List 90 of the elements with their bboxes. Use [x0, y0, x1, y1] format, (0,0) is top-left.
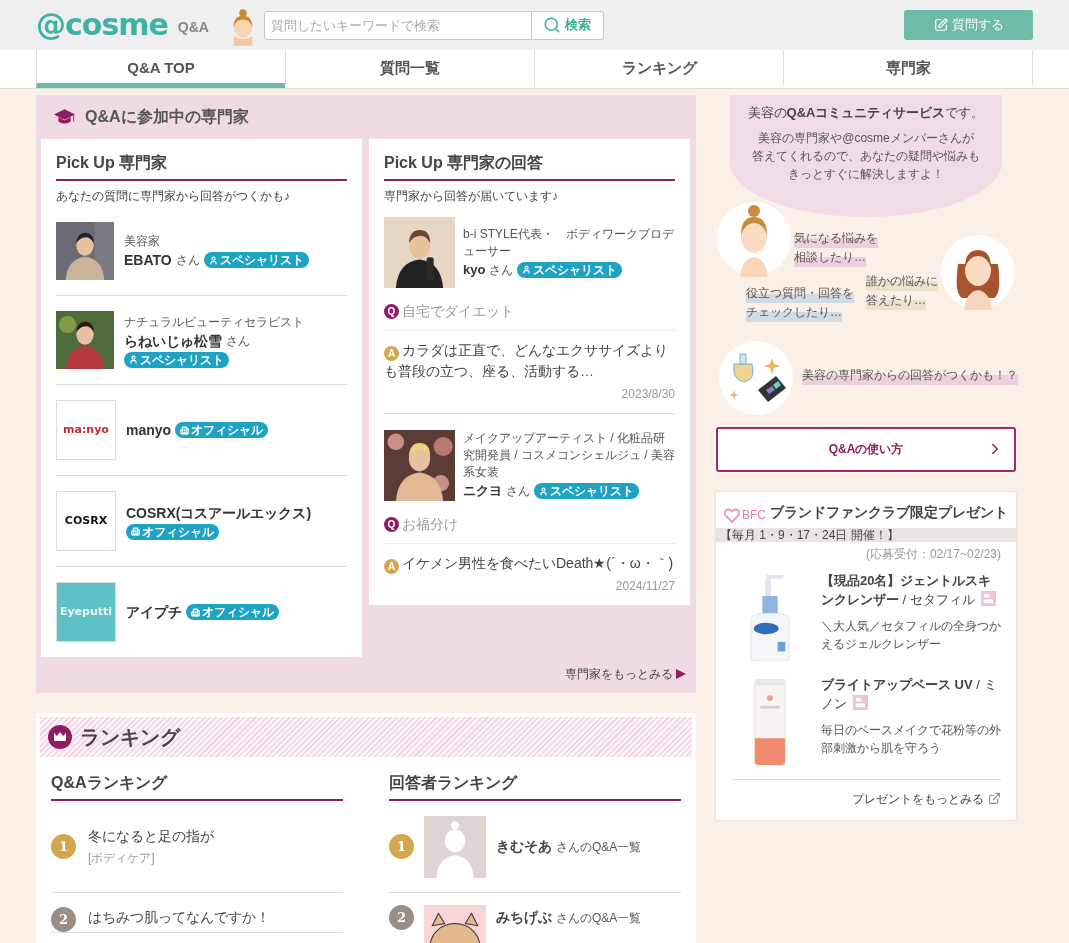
answer-mark-icon: A [384, 346, 399, 361]
panel-title: Q&Aに参加中の専門家 [85, 107, 249, 127]
nav-tab[interactable]: 質問一覧 [285, 50, 534, 88]
answerer-link[interactable]: さんのQ&A一覧 [556, 909, 642, 927]
rank-badge: 1 [389, 834, 414, 859]
expert-role: b-i STYLE代表・ ボディワークプロデューサー [463, 225, 675, 260]
more-presents-link[interactable]: プレゼントをもっとみる [852, 789, 1001, 808]
expert-name[interactable]: manyo [126, 419, 172, 441]
expert-name[interactable]: EBATO [124, 249, 172, 271]
question-link[interactable]: 冬になると足の指が [88, 826, 214, 847]
honorific-text: さん [175, 252, 200, 269]
search-icon [543, 16, 562, 34]
answerer-name[interactable]: みちげぶ [496, 907, 552, 928]
expert-name[interactable]: アイプチ [126, 601, 182, 623]
brand-logo: COSRX [64, 512, 108, 529]
gift-icon [980, 590, 996, 606]
expert-role: ナチュラルビューティセラピスト [124, 313, 305, 331]
nav-tab[interactable]: Q&A TOP [36, 50, 285, 88]
answer-date: 2023/8/30 [620, 386, 675, 403]
more-experts-link[interactable]: 専門家をもっとみる [565, 665, 686, 683]
building-icon [191, 607, 200, 617]
answer-text[interactable]: A カラダは正直で、どんなエクササイズよりも普段の立つ、座る、活動する… [384, 340, 675, 382]
person-icon [522, 265, 532, 274]
section-title: 回答者ランキング [389, 771, 681, 801]
question-mark-icon: Q [384, 304, 399, 319]
honorific-text: さん [489, 261, 514, 279]
product-title[interactable]: 【現品20名】ジェントルスキンクレンザー / セタフィル [821, 570, 1001, 609]
nav-tab[interactable]: ランキング [534, 50, 783, 88]
howto-button[interactable]: Q&Aの使い方 [716, 426, 1016, 472]
official-badge: オフィシャル [186, 604, 279, 620]
search-field[interactable]: 質問したいキーワードで検索 [264, 10, 532, 40]
specialist-badge: スペシャリスト [203, 252, 309, 268]
nav-tab[interactable]: 専門家 [783, 50, 1033, 88]
building-icon [180, 425, 190, 435]
answerer-name[interactable]: きむそあ [496, 836, 552, 857]
period-text: (応募受付：02/17~02/23) [864, 545, 1002, 563]
official-badge: オフィシャル [126, 523, 219, 540]
person-icon [129, 355, 138, 364]
present-title: ブランドファンクラブ限定プレゼント [770, 502, 1008, 522]
rank-badge: 1 [51, 834, 76, 859]
triangle-icon [676, 669, 686, 679]
product-description: 毎日のベースメイクで花粉等の外部刺激から肌を守ろう [821, 721, 1001, 757]
person-icon [208, 255, 218, 265]
section-title: Pick Up 専門家 [56, 151, 347, 181]
caption-text: 美容の専門家からの回答がつくかも！？ [802, 365, 1018, 385]
intro-headline: 美容のQ&Aコミュニティサービスです。 [746, 104, 986, 122]
question-mark-icon: Q [384, 517, 399, 532]
card-subtitle: あなたの質問に専門家から回答がつくかも♪ [56, 188, 291, 205]
intro-text: 美容の専門家や@cosmeメンバーさんが 答えてくれるので、あなたの疑問や悩みも きっとすぐに解決しますよ！ [751, 129, 981, 183]
graduation-cap-icon [54, 109, 75, 125]
honorific-text: さん [226, 333, 250, 350]
bfc-logo: BFC [742, 508, 766, 521]
expert-name[interactable]: COSRX(コスアールエックス) [126, 502, 312, 524]
edit-icon [933, 18, 948, 32]
rank-badge: 2 [51, 907, 76, 932]
expert-name[interactable]: らねいじゅ松雪 [124, 330, 222, 352]
answer-date: 2024/11/27 [614, 578, 675, 595]
product-title[interactable]: ブライトアップベース UV / ミノン [821, 674, 1001, 713]
panel-title: ランキング [80, 725, 180, 750]
official-badge: オフィシャル [175, 422, 269, 438]
question-link[interactable]: はちみつ肌ってなんですか！ [88, 907, 270, 928]
specialist-badge: スペシャリスト [534, 483, 639, 499]
default-avatar-icon [424, 815, 486, 878]
category-text: [ボディケア] [88, 850, 156, 867]
external-link-icon [988, 792, 1001, 805]
answerer-link[interactable]: さんのQ&A一覧 [556, 838, 642, 856]
brand-logo: Eyeputti [59, 603, 113, 620]
answer-text[interactable]: A イケメン男性を食べたいDeath★(´・ω・｀) [384, 553, 675, 574]
product-description: ＼大人気／セタフィルの全身つかえるジェルクレンザー [821, 617, 1001, 653]
schedule-bar: 【毎月 1・9・17・24日 開催！】 [716, 527, 1016, 542]
card-subtitle: 専門家から回答が届いています♪ [384, 188, 559, 205]
person-icon [539, 486, 548, 496]
building-icon [131, 527, 140, 536]
logo-subtitle: Q&A [177, 17, 209, 37]
specialist-badge: スペシャリスト [124, 351, 229, 368]
crown-icon [48, 725, 72, 749]
section-title: Pick Up 専門家の回答 [384, 151, 675, 181]
section-title: Q&Aランキング [51, 771, 343, 801]
gift-icon [853, 694, 868, 710]
expert-name[interactable]: kyo [463, 259, 486, 280]
brand-logo: ma:nyo [63, 421, 109, 438]
answer-mark-icon: A [384, 559, 399, 574]
caption-text: 役立つ質問・回答を チェックしたり… [746, 283, 854, 322]
rank-badge: 2 [389, 905, 414, 930]
specialist-badge: スペシャリスト [517, 261, 623, 278]
expert-name[interactable]: ニクヨ [463, 481, 502, 501]
expert-role: メイクアップアーティスト / 化粧品研究開発員 / コスメコンシェルジュ / 美容系女装 [463, 430, 675, 482]
honorific-text: さん [506, 483, 530, 500]
heart-icon [724, 507, 740, 523]
expert-role: 美容家 [124, 232, 161, 250]
